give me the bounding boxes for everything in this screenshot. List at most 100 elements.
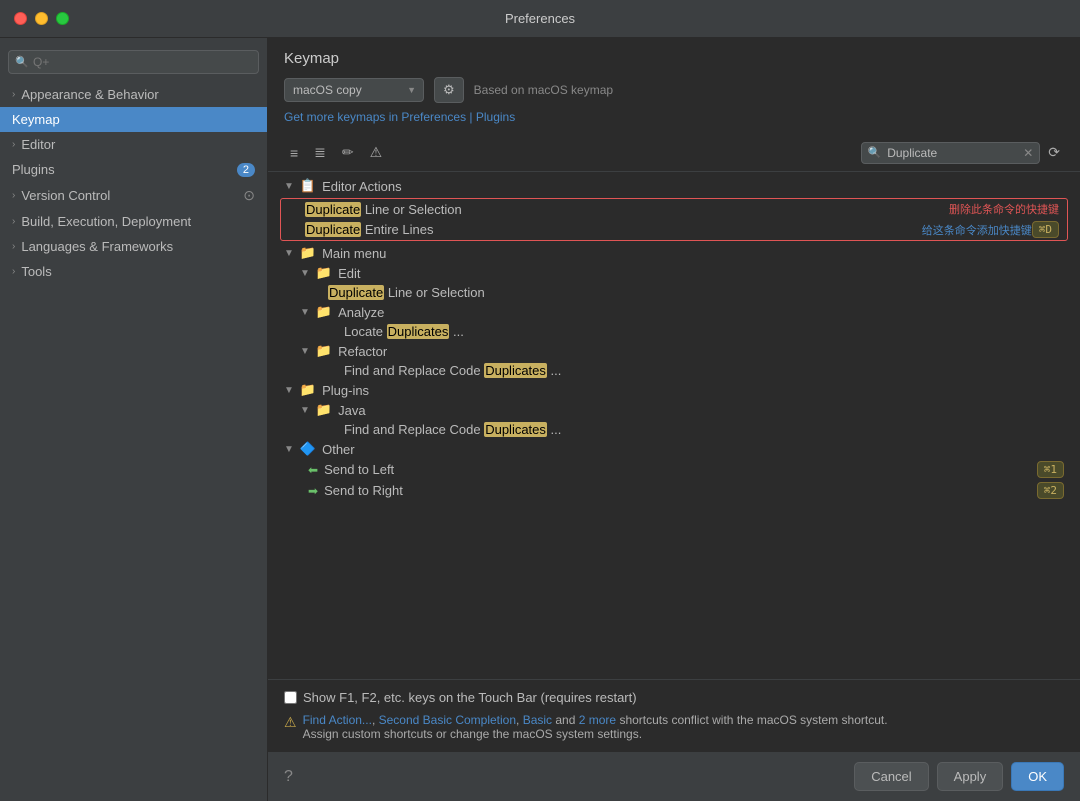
sidebar-item-label: Plugins [12,162,55,177]
add-shortcut-link[interactable]: 给这条命令添加快捷键 [922,222,1032,238]
locate-label: Locate Duplicates ... [344,324,464,339]
vcs-icon: ⊙ [243,187,255,204]
warning-row: ⚠ Find Action..., Second Basic Completio… [284,713,1064,741]
get-more-keymaps-link[interactable]: Get more keymaps in Preferences | Plugin… [284,110,515,124]
chevron-icon: › [12,89,15,100]
help-button[interactable]: ? [284,768,293,786]
refactor-dup-highlight: Duplicates [484,363,547,378]
footer-buttons: ? Cancel Apply OK [268,751,1080,801]
sidebar-item-build[interactable]: › Build, Execution, Deployment [0,209,267,234]
duplicate-line-row[interactable]: Duplicate Line or Selection 删除此条命令的快捷键 [281,199,1067,219]
traffic-lights [14,12,69,25]
keymap-link-row: Get more keymaps in Preferences | Plugin… [284,109,1064,124]
sidebar-search-box[interactable]: 🔍 [8,50,259,74]
send-to-left-item[interactable]: ⬅ Send to Left ⌘1 [268,459,1080,480]
expand-icon: ▼ [284,385,294,396]
second-basic-completion-link[interactable]: Second Basic Completion [379,713,516,727]
main-content: 🔍 › Appearance & Behavior Keymap › Edito… [0,38,1080,801]
other-group[interactable]: ▼ 🔷 Other [268,439,1080,459]
expand-icon: ▼ [300,268,310,279]
sidebar-item-version-control[interactable]: › Version Control ⊙ [0,182,267,209]
chevron-icon: › [12,216,15,227]
search-icon: 🔍 [15,56,29,69]
gear-button[interactable]: ⚙ [434,77,464,103]
edit-group[interactable]: ▼ 📁 Edit [268,263,1080,283]
panel-title: Keymap [284,50,1064,67]
close-button[interactable] [14,12,27,25]
edit-duplicate-item[interactable]: Duplicate Line or Selection [268,283,1080,302]
keymap-select-wrap[interactable]: macOS copy [284,78,424,102]
other-icon: 🔷 [300,441,316,457]
edit-button[interactable]: ✏ [336,140,360,165]
touch-bar-checkbox-row: Show F1, F2, etc. keys on the Touch Bar … [284,690,1064,705]
edit-icon: 📁 [316,265,332,281]
main-menu-group[interactable]: ▼ 📁 Main menu [268,243,1080,263]
sidebar-item-languages[interactable]: › Languages & Frameworks [0,234,267,259]
expand-icon: ▼ [300,405,310,416]
expand-icon: ▼ [284,444,294,455]
tree-container[interactable]: ▼ 📋 Editor Actions Duplicate Line or Sel… [268,172,1080,679]
warning-filter-button[interactable]: ⚠ [364,140,389,165]
maximize-button[interactable] [56,12,69,25]
sidebar-item-label: Languages & Frameworks [21,239,173,254]
sidebar-search-input[interactable] [8,50,259,74]
main-menu-icon: 📁 [300,245,316,261]
java-icon: 📁 [316,402,332,418]
analyze-group[interactable]: ▼ 📁 Analyze [268,302,1080,322]
find-action-link[interactable]: Find Action... [303,713,372,727]
expand-icon: ▼ [300,307,310,318]
sidebar-item-plugins[interactable]: Plugins 2 [0,157,267,182]
right-panel: Keymap macOS copy ⚙ Based on macOS keyma… [268,38,1080,801]
ok-button[interactable]: OK [1011,762,1064,791]
sidebar-item-label: Keymap [12,112,60,127]
keymap-row: macOS copy ⚙ Based on macOS keymap [284,77,1064,103]
search-clear-button[interactable]: ✕ [1023,146,1033,160]
sidebar-item-appearance[interactable]: › Appearance & Behavior [0,82,267,107]
window-title: Preferences [505,11,575,26]
sidebar-item-keymap[interactable]: Keymap [0,107,267,132]
sidebar-item-label: Build, Execution, Deployment [21,214,191,229]
apply-button[interactable]: Apply [937,762,1004,791]
edit-duplicate-label: Duplicate Line or Selection [328,285,485,300]
editor-actions-icon: 📋 [300,178,316,194]
sidebar-item-label: Editor [21,137,55,152]
touch-bar-checkbox[interactable] [284,691,297,704]
expand-all-button[interactable]: ≡ [284,141,304,165]
refactor-icon: 📁 [316,343,332,359]
panel-header: Keymap macOS copy ⚙ Based on macOS keyma… [268,38,1080,134]
edit-dup-suffix: Line or Selection [388,285,485,300]
editor-actions-label: Editor Actions [322,179,402,194]
2-more-link[interactable]: 2 more [579,713,616,727]
sidebar: 🔍 › Appearance & Behavior Keymap › Edito… [0,38,268,801]
sidebar-item-tools[interactable]: › Tools [0,259,267,284]
chevron-icon: › [12,139,15,150]
chevron-icon: › [12,241,15,252]
refactor-group[interactable]: ▼ 📁 Refactor [268,341,1080,361]
touch-bar-label: Show F1, F2, etc. keys on the Touch Bar … [303,690,637,705]
refactor-find-item[interactable]: Find and Replace Code Duplicates ... [268,361,1080,380]
plugins-group[interactable]: ▼ 📁 Plug-ins [268,380,1080,400]
plugins-icon: 📁 [300,382,316,398]
duplicate-line-actions: 删除此条命令的快捷键 [949,201,1059,217]
locate-duplicates-item[interactable]: Locate Duplicates ... [268,322,1080,341]
cancel-button[interactable]: Cancel [854,762,928,791]
highlighted-group: Duplicate Line or Selection 删除此条命令的快捷键 D… [280,198,1068,241]
collapse-all-button[interactable]: ≣ [308,140,332,165]
search-navigate-button[interactable]: ⟳ [1044,142,1064,163]
keymap-select[interactable]: macOS copy [284,78,424,102]
java-group[interactable]: ▼ 📁 Java [268,400,1080,420]
keymap-search-input[interactable] [887,146,1017,160]
search-bar: 🔍 ✕ [861,142,1041,164]
basic-link[interactable]: Basic [523,713,552,727]
editor-actions-group[interactable]: ▼ 📋 Editor Actions [268,176,1080,196]
chevron-icon: › [12,266,15,277]
duplicate-entire-label: Duplicate Entire Lines [305,222,433,237]
duplicate-entire-row[interactable]: Duplicate Entire Lines 给这条命令添加快捷键 ⌘D [281,219,1067,240]
search-icon: 🔍 [868,146,882,159]
java-find-item[interactable]: Find and Replace Code Duplicates ... [268,420,1080,439]
minimize-button[interactable] [35,12,48,25]
duplicate-highlight2: Duplicate [305,222,361,237]
send-to-right-item[interactable]: ➡ Send to Right ⌘2 [268,480,1080,501]
remove-shortcut-link[interactable]: 删除此条命令的快捷键 [949,201,1059,217]
sidebar-item-editor[interactable]: › Editor [0,132,267,157]
